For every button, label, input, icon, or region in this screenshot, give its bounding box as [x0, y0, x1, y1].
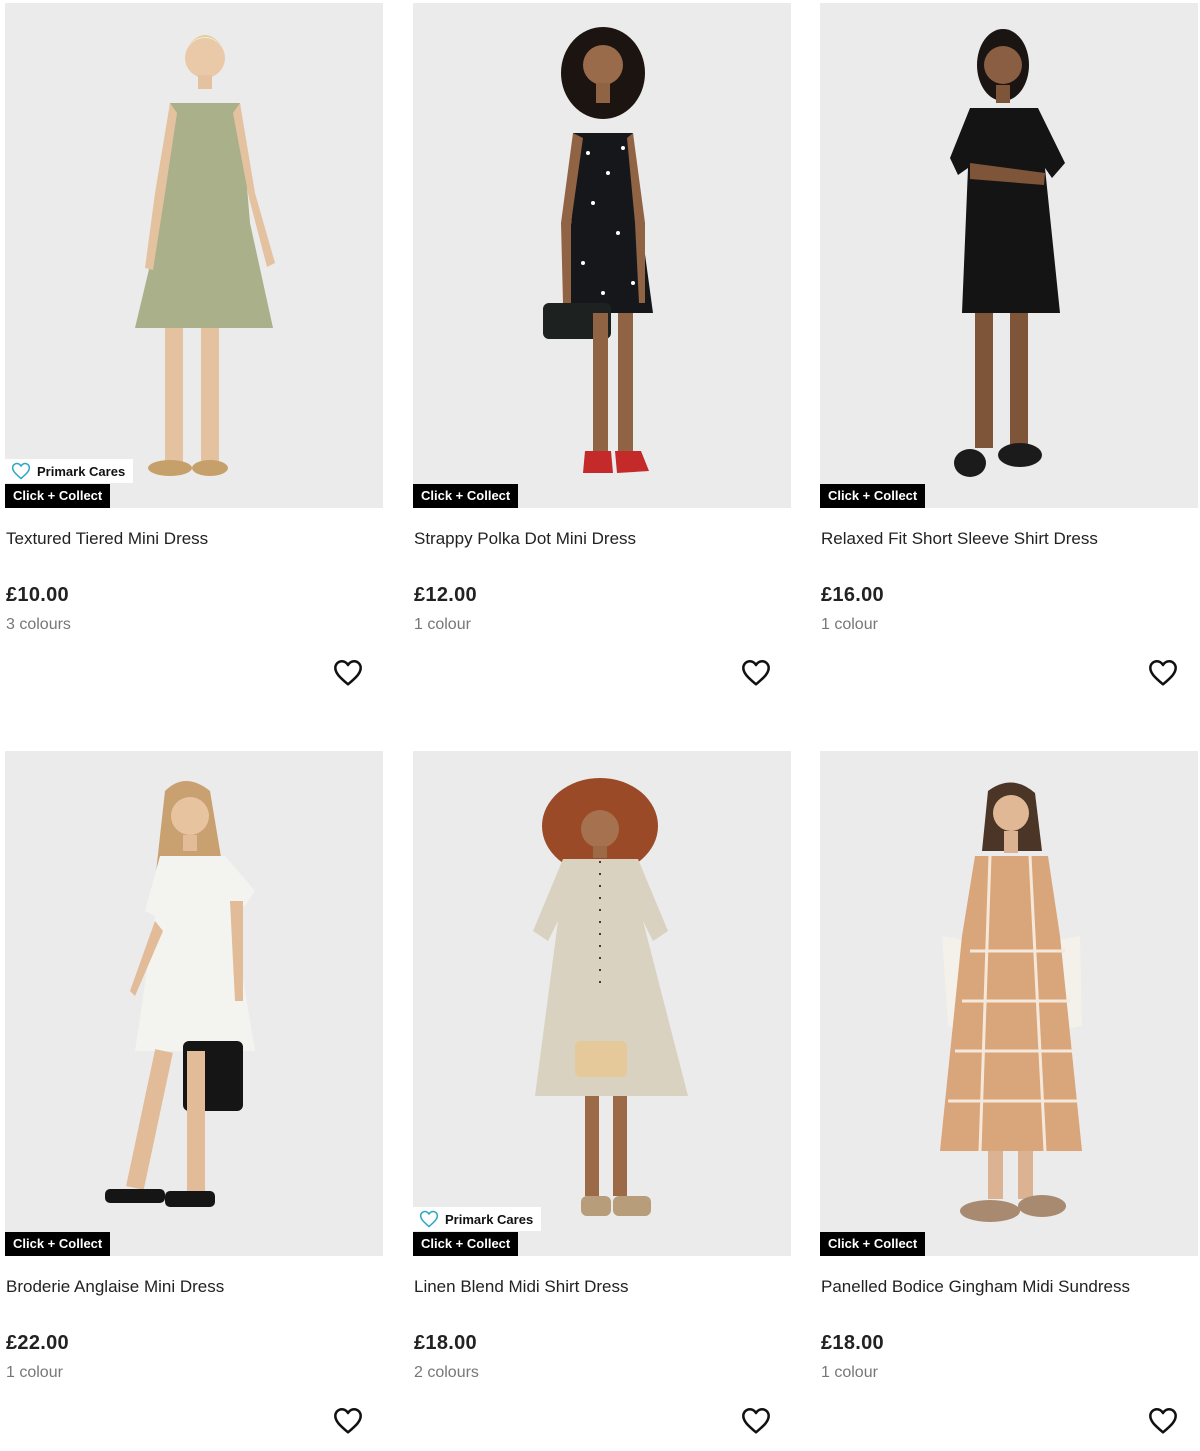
- product-title[interactable]: Linen Blend Midi Shirt Dress: [414, 1277, 628, 1297]
- model-figure: [820, 3, 1198, 508]
- product-price: £22.00: [6, 1332, 69, 1354]
- product-card: Click + Collect Panelled Bodice Gingham …: [820, 751, 1198, 1451]
- product-card: Primark Cares Click + Collect Linen Blen…: [413, 751, 791, 1451]
- product-price: £18.00: [821, 1332, 884, 1354]
- product-image[interactable]: Click + Collect: [820, 751, 1198, 1256]
- product-colours: 2 colours: [414, 1364, 479, 1381]
- badges: Primark Cares Click + Collect: [5, 459, 134, 508]
- click-collect-badge: Click + Collect: [820, 1232, 926, 1256]
- product-card: Click + Collect Broderie Anglaise Mini D…: [5, 751, 383, 1451]
- model-figure: [5, 751, 383, 1256]
- click-collect-badge: Click + Collect: [413, 1232, 519, 1256]
- product-colours: 1 colour: [821, 1364, 878, 1381]
- wishlist-button[interactable]: [331, 1404, 365, 1438]
- wishlist-button[interactable]: [1146, 1404, 1180, 1438]
- product-title[interactable]: Relaxed Fit Short Sleeve Shirt Dress: [821, 529, 1098, 549]
- product-price: £18.00: [414, 1332, 477, 1354]
- product-colours: 1 colour: [6, 1364, 63, 1381]
- heart-outline-icon: [1149, 1408, 1177, 1434]
- heart-outline-icon: [334, 660, 362, 686]
- product-price: £12.00: [414, 584, 477, 606]
- product-image[interactable]: Click + Collect: [413, 3, 791, 508]
- badges: Click + Collect: [820, 483, 926, 508]
- product-title[interactable]: Strappy Polka Dot Mini Dress: [414, 529, 636, 549]
- heart-outline-icon: [742, 660, 770, 686]
- wishlist-button[interactable]: [1146, 656, 1180, 690]
- wishlist-button[interactable]: [739, 656, 773, 690]
- primark-cares-badge: Primark Cares: [5, 459, 134, 483]
- product-title[interactable]: Textured Tiered Mini Dress: [6, 529, 208, 549]
- badges: Primark Cares Click + Collect: [413, 1207, 542, 1256]
- product-colours: 3 colours: [6, 616, 71, 633]
- heart-outline-icon: [334, 1408, 362, 1434]
- product-image[interactable]: Click + Collect: [820, 3, 1198, 508]
- product-card: Click + Collect Strappy Polka Dot Mini D…: [413, 3, 791, 703]
- product-image[interactable]: Primark Cares Click + Collect: [5, 3, 383, 508]
- heart-outline-icon: [1149, 660, 1177, 686]
- badges: Click + Collect: [820, 1231, 926, 1256]
- click-collect-badge: Click + Collect: [820, 484, 926, 508]
- model-figure: [820, 751, 1198, 1256]
- product-price: £16.00: [821, 584, 884, 606]
- badges: Click + Collect: [5, 1231, 111, 1256]
- product-title[interactable]: Broderie Anglaise Mini Dress: [6, 1277, 224, 1297]
- wishlist-button[interactable]: [331, 656, 365, 690]
- product-card: Primark Cares Click + Collect Textured T…: [5, 3, 383, 703]
- product-grid: Primark Cares Click + Collect Textured T…: [0, 0, 1200, 1439]
- click-collect-badge: Click + Collect: [413, 484, 519, 508]
- badges: Click + Collect: [413, 483, 519, 508]
- click-collect-badge: Click + Collect: [5, 1232, 111, 1256]
- model-figure: [5, 3, 383, 508]
- product-image[interactable]: Click + Collect: [5, 751, 383, 1256]
- heart-icon: [419, 1210, 439, 1228]
- wishlist-button[interactable]: [739, 1404, 773, 1438]
- product-title[interactable]: Panelled Bodice Gingham Midi Sundress: [821, 1277, 1130, 1297]
- primark-cares-badge: Primark Cares: [413, 1207, 542, 1231]
- product-colours: 1 colour: [821, 616, 878, 633]
- product-image[interactable]: Primark Cares Click + Collect: [413, 751, 791, 1256]
- product-price: £10.00: [6, 584, 69, 606]
- click-collect-badge: Click + Collect: [5, 484, 111, 508]
- model-figure: [413, 751, 791, 1256]
- heart-icon: [11, 462, 31, 480]
- heart-outline-icon: [742, 1408, 770, 1434]
- product-colours: 1 colour: [414, 616, 471, 633]
- model-figure: [413, 3, 791, 508]
- product-card: Click + Collect Relaxed Fit Short Sleeve…: [820, 3, 1198, 703]
